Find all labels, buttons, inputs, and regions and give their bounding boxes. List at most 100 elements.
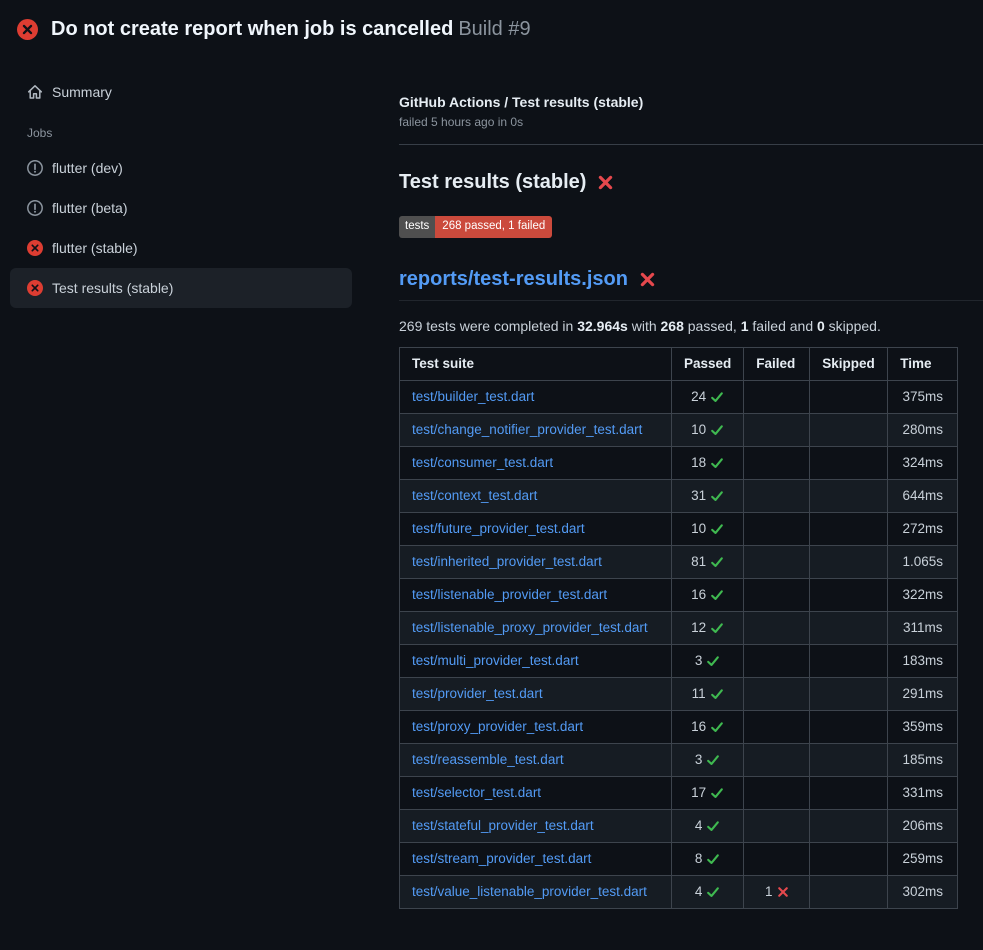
test-suite-link[interactable]: test/stream_provider_test.dart [412, 851, 591, 866]
test-suite-link[interactable]: test/reassemble_test.dart [412, 752, 564, 767]
summary-part: with [628, 318, 661, 334]
suite-cell: test/proxy_provider_test.dart [400, 710, 672, 743]
skipped-cell [810, 644, 888, 677]
failure-x-icon [597, 174, 614, 191]
sidebar-item-label: Summary [52, 84, 112, 100]
time-cell: 311ms [888, 611, 958, 644]
passed-cell: 16 [672, 710, 744, 743]
skipped-cell [810, 611, 888, 644]
summary-part: passed, [684, 318, 741, 334]
skipped-cell [810, 578, 888, 611]
suite-cell: test/selector_test.dart [400, 776, 672, 809]
failed-cell [744, 776, 810, 809]
home-icon [27, 84, 43, 100]
column-header-time: Time [888, 347, 958, 380]
test-suite-link[interactable]: test/multi_provider_test.dart [412, 653, 579, 668]
sidebar-item-flutter-dev[interactable]: flutter (dev) [10, 148, 352, 188]
failed-cell [744, 677, 810, 710]
test-suite-link[interactable]: test/value_listenable_provider_test.dart [412, 884, 647, 899]
test-suite-link[interactable]: test/listenable_provider_test.dart [412, 587, 607, 602]
suite-cell: test/listenable_provider_test.dart [400, 578, 672, 611]
badge-value: 268 passed, 1 failed [435, 216, 552, 238]
tests-badge: tests 268 passed, 1 failed [399, 216, 552, 238]
test-suite-link[interactable]: test/listenable_proxy_provider_test.dart [412, 620, 648, 635]
test-suite-link[interactable]: test/future_provider_test.dart [412, 521, 585, 536]
skipped-cell [810, 710, 888, 743]
failed-cell [744, 842, 810, 875]
test-suite-link[interactable]: test/builder_test.dart [412, 389, 534, 404]
run-title-text: Do not create report when job is cancell… [51, 18, 453, 40]
report-title: reports/test-results.json [399, 268, 983, 301]
test-suite-link[interactable]: test/provider_test.dart [412, 686, 543, 701]
time-cell: 1.065s [888, 545, 958, 578]
test-suite-link[interactable]: test/context_test.dart [412, 488, 537, 503]
passed-cell: 3 [672, 644, 744, 677]
check-icon [710, 720, 724, 734]
summary-passed-count: 268 [661, 318, 684, 334]
column-header-test-suite: Test suite [400, 347, 672, 380]
check-icon [706, 852, 720, 866]
skipped-cell [810, 875, 888, 908]
skipped-cell [810, 545, 888, 578]
sidebar-item-flutter-stable[interactable]: flutter (stable) [10, 228, 352, 268]
passed-cell: 12 [672, 611, 744, 644]
failed-cell [744, 413, 810, 446]
table-row: test/listenable_proxy_provider_test.dart… [400, 611, 958, 644]
skipped-cell [810, 677, 888, 710]
test-suite-link[interactable]: test/change_notifier_provider_test.dart [412, 422, 642, 437]
passed-cell: 11 [672, 677, 744, 710]
alert-circle-icon [27, 200, 43, 216]
skipped-cell [810, 413, 888, 446]
column-header-skipped: Skipped [810, 347, 888, 380]
jobs-list: flutter (dev) flutter (beta)flutter (stab… [10, 148, 352, 308]
column-header-passed: Passed [672, 347, 744, 380]
suite-cell: test/builder_test.dart [400, 380, 672, 413]
test-suite-link[interactable]: test/inherited_provider_test.dart [412, 554, 602, 569]
check-icon [710, 588, 724, 602]
sidebar-item-test-results-stable[interactable]: Test results (stable) [10, 268, 352, 308]
skipped-cell [810, 380, 888, 413]
sidebar-item-flutter-beta[interactable]: flutter (beta) [10, 188, 352, 228]
failed-cell [744, 710, 810, 743]
results-table-header-row: Test suitePassedFailedSkippedTime [400, 347, 958, 380]
table-row: test/inherited_provider_test.dart811.065… [400, 545, 958, 578]
time-cell: 259ms [888, 842, 958, 875]
failed-cell [744, 809, 810, 842]
results-table: Test suitePassedFailedSkippedTime test/b… [399, 347, 958, 909]
suite-cell: test/value_listenable_provider_test.dart [400, 875, 672, 908]
skipped-cell [810, 842, 888, 875]
main-content: GitHub Actions / Test results (stable) f… [389, 56, 983, 909]
jobs-section-label: Jobs [10, 108, 352, 148]
summary-duration: 32.964s [577, 318, 628, 334]
failed-cell [744, 380, 810, 413]
time-cell: 359ms [888, 710, 958, 743]
check-icon [710, 522, 724, 536]
passed-cell: 18 [672, 446, 744, 479]
failed-cell [744, 611, 810, 644]
test-suite-link[interactable]: test/consumer_test.dart [412, 455, 553, 470]
report-link[interactable]: reports/test-results.json [399, 268, 628, 291]
section-title: Test results (stable) [399, 171, 983, 194]
run-header: Do not create report when job is cancell… [0, 0, 983, 56]
build-number: Build #9 [458, 18, 530, 40]
check-icon [710, 786, 724, 800]
section-title-text: Test results (stable) [399, 171, 586, 194]
check-run-page: Do not create report when job is cancell… [0, 0, 983, 909]
time-cell: 206ms [888, 809, 958, 842]
test-suite-link[interactable]: test/stateful_provider_test.dart [412, 818, 594, 833]
suite-cell: test/inherited_provider_test.dart [400, 545, 672, 578]
page-title: Do not create report when job is cancell… [51, 17, 531, 41]
failed-cell [744, 578, 810, 611]
table-row: test/builder_test.dart24375ms [400, 380, 958, 413]
test-suite-link[interactable]: test/proxy_provider_test.dart [412, 719, 583, 734]
summary-part: 269 tests were completed in [399, 318, 577, 334]
suite-cell: test/reassemble_test.dart [400, 743, 672, 776]
suite-cell: test/provider_test.dart [400, 677, 672, 710]
sidebar-item-label: flutter (dev) [52, 160, 123, 176]
test-suite-link[interactable]: test/selector_test.dart [412, 785, 541, 800]
time-cell: 302ms [888, 875, 958, 908]
sidebar: Summary Jobs flutter (dev) flutter (beta)… [0, 56, 389, 308]
sidebar-item-summary[interactable]: Summary [10, 76, 352, 108]
check-icon [710, 390, 724, 404]
passed-cell: 10 [672, 413, 744, 446]
